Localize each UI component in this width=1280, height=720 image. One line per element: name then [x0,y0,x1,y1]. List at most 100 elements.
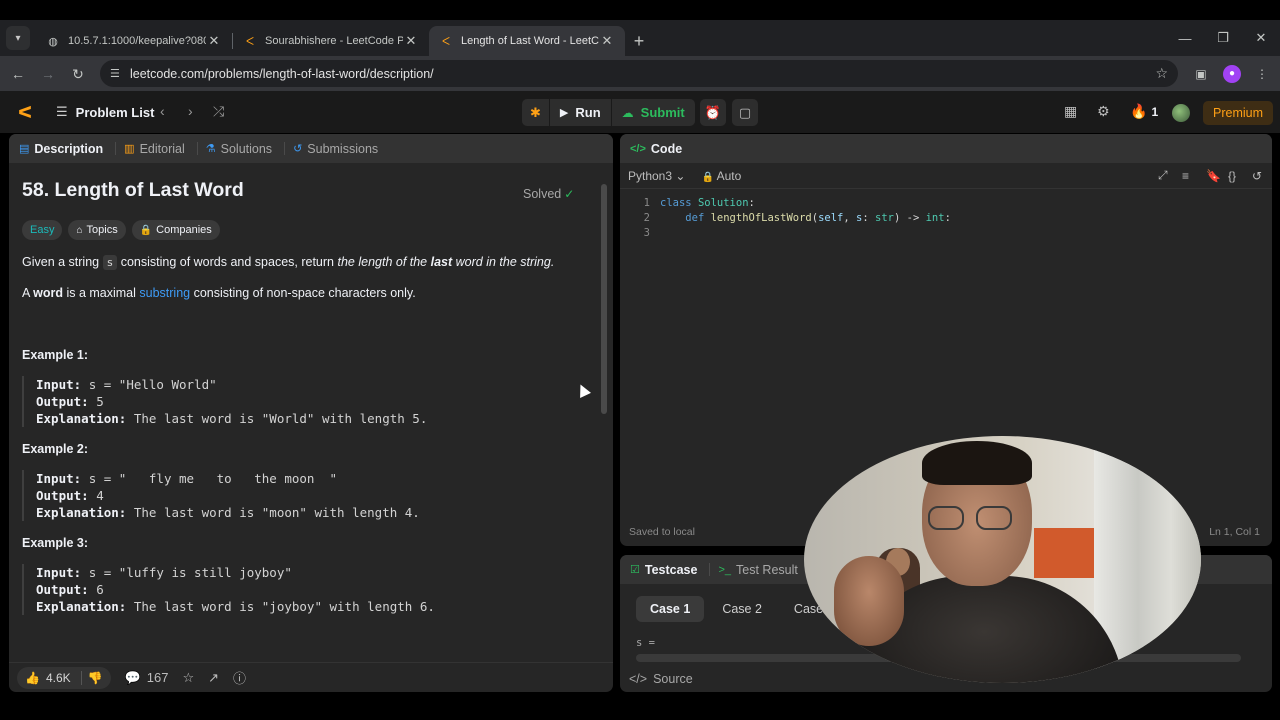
language-select[interactable]: Python3 ⌄ [628,169,685,183]
text-italic: the length of the [337,255,431,269]
next-problem-icon[interactable]: › [188,103,193,119]
close-icon[interactable]: ✕ [403,33,419,49]
menu-icon[interactable]: ⋮ [1248,56,1276,91]
tab-test-result[interactable]: >_ Test Result [718,563,797,577]
text: Given a string [22,255,103,269]
tab-code[interactable]: </> Code [630,142,682,156]
star-icon[interactable]: ☆ [182,670,194,686]
problem-list-button[interactable]: ☰ Problem List [56,104,154,120]
minimize-icon[interactable]: — [1166,20,1204,56]
word-definition: A word is a maximal substring consisting… [22,286,416,300]
line-number: 1 [643,197,650,209]
terminal-icon: >_ [718,563,732,576]
problem-list-label: Problem List [75,104,155,120]
back-icon[interactable]: ← [3,59,33,89]
comments-button[interactable]: 💬 167 [125,670,169,686]
substring-link[interactable]: substring [139,286,190,300]
example-explanation: The last word is "World" with length 5. [133,411,428,426]
leetcode-logo-icon[interactable]: ᐸ [18,103,36,122]
lock-icon: 🔒 [139,224,153,236]
explanation-label: Explanation: [36,411,127,426]
reset-icon[interactable]: ↺ [1252,169,1262,183]
topics-chip[interactable]: ⌂ Topics [68,220,126,240]
address-bar[interactable]: ☰ leetcode.com/problems/length-of-last-w… [100,60,1178,87]
timer-icon[interactable]: ⏰ [700,99,726,126]
braces-icon[interactable]: {} [1228,169,1236,183]
case-label: Case 2 [722,602,762,616]
shuffle-icon[interactable]: ⤮ [213,103,224,120]
tab-search-icon[interactable]: ▾ [6,26,30,50]
side-panel-icon[interactable]: ▣ [1187,56,1215,91]
example-heading: Example 3: [22,536,89,550]
input-label: Input: [36,565,82,580]
tab-editorial[interactable]: ▥ Editorial [124,142,185,156]
tab-description[interactable]: ▤ Description [19,142,103,156]
case-tab[interactable]: Case 1 [636,596,705,622]
case-label: Case 1 [650,602,691,616]
expand-icon[interactable]: ⤢ [1158,168,1168,183]
restore-icon[interactable]: ❐ [1204,20,1242,56]
variable-label: s = [636,637,655,649]
example-output: 6 [96,582,104,597]
leetcode-header: ᐸ ☰ Problem List ‹ › ⤮ ✱ ▶ Run ☁ Submit … [0,91,1280,133]
help-icon[interactable]: ⓘ [233,668,246,687]
thumbs-down-icon[interactable]: 👎 [80,670,103,685]
like-count: 4.6K [45,670,71,685]
close-icon[interactable]: ✕ [599,33,615,49]
new-tab-icon[interactable]: + [625,26,653,56]
site-info-icon[interactable]: ☰ [110,67,130,80]
text: is a maximal [62,286,140,300]
scrollbar-thumb[interactable] [601,184,607,414]
share-icon[interactable]: ↗ [208,670,219,686]
profile-avatar[interactable]: ● [1218,56,1246,91]
submit-button[interactable]: ☁ Submit [611,99,695,126]
bookmark-icon[interactable]: 🔖 [1206,169,1221,183]
tab-testcase[interactable]: ☑ Testcase [630,563,697,577]
code-toolbar: Python3 ⌄ 🔒 Auto ⤢ ≡ 🔖 {} ↺ [620,163,1272,189]
input-label: Input: [36,377,82,392]
like-button[interactable]: 👍 4.6K 👎 [17,666,111,689]
glasses-right [976,506,1012,530]
browser-tab-active[interactable]: ᐸ Length of Last Word - LeetCod ✕ [429,26,625,56]
user-avatar[interactable] [1172,104,1190,122]
auto-mode[interactable]: 🔒 Auto [701,169,741,183]
problem-statement: Given a string s consisting of words and… [22,255,554,270]
tab-label: Code [650,141,683,156]
premium-button[interactable]: Premium [1203,101,1274,125]
code-icon: </> [630,142,646,155]
reload-icon[interactable]: ↻ [63,59,93,89]
description-footer: 👍 4.6K 👎 💬 167 ☆ ↗ ⓘ [9,662,613,692]
lock-icon: 🔒 [701,171,714,183]
code-line: class Solution: [660,197,755,209]
notes-icon[interactable]: ▢ [732,99,758,126]
companies-chip[interactable]: 🔒 Companies [131,220,220,240]
tab-solutions[interactable]: ⚗ Solutions [206,142,272,156]
run-button[interactable]: ▶ Run [549,99,611,126]
checkbox-icon: ☑ [630,564,640,576]
description-tabs: ▤ Description ▥ Editorial ⚗ Solutions ↺ … [9,134,613,163]
browser-tab[interactable]: ◍ 10.5.7.1:1000/keepalive?08040f ✕ [36,26,232,56]
prev-problem-icon[interactable]: ‹ [160,103,165,119]
source-button[interactable]: </> Source [629,672,693,686]
book-icon: ▥ [124,143,135,155]
streak-counter[interactable]: 🔥 1 [1130,103,1158,120]
run-label: Run [575,105,601,120]
forward-icon[interactable]: → [33,59,63,89]
example-block: Input: s = " fly me to the moon " Output… [22,470,582,521]
case-tab[interactable]: Case 2 [708,596,776,622]
format-icon[interactable]: ≡ [1182,169,1189,183]
example-block: Input: s = "Hello World" Output: 5 Expla… [22,376,582,427]
browser-tab[interactable]: ᐸ Sourabhishere - LeetCode Profil ✕ [233,26,429,56]
description-scrollbar[interactable] [601,174,607,658]
debug-icon[interactable]: ✱ [522,99,549,126]
layout-grid-icon[interactable]: ▦ [1064,103,1077,120]
bookmark-star-icon[interactable]: ☆ [1155,65,1168,82]
tab-separator [196,142,198,155]
settings-gear-icon[interactable]: ⚙ [1097,103,1110,120]
mode-label: Auto [716,168,742,183]
close-icon[interactable]: ✕ [206,33,222,49]
window-close-icon[interactable]: ✕ [1242,20,1280,56]
tab-submissions[interactable]: ↺ Submissions [293,142,378,156]
globe-icon: ◍ [48,35,58,48]
run-submit-group: ✱ ▶ Run ☁ Submit [522,99,695,126]
